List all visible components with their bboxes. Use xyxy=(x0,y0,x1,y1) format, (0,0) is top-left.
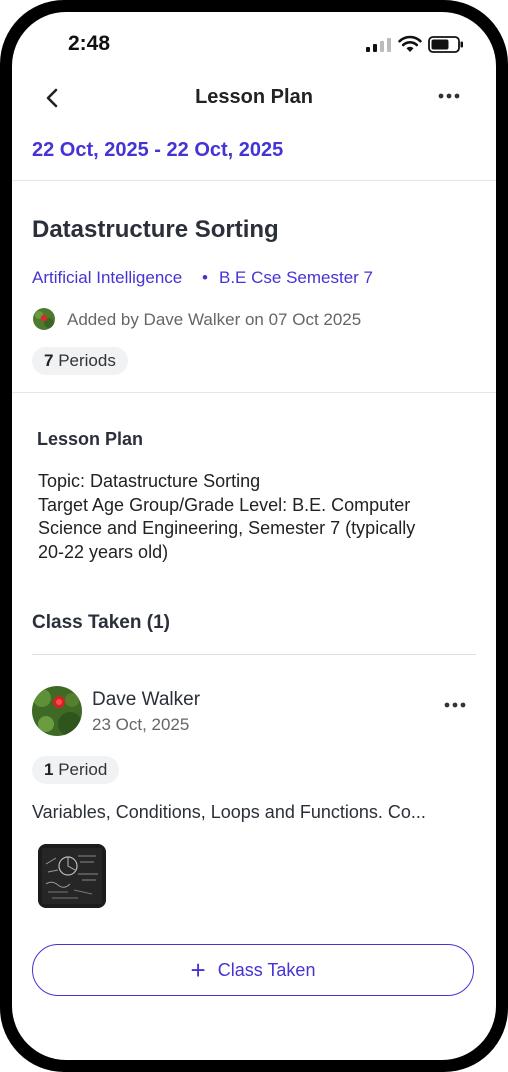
add-class-taken-button[interactable]: + Class Taken xyxy=(32,944,474,996)
plus-icon: + xyxy=(190,955,206,985)
periods-count: 7 xyxy=(44,351,54,370)
signal-icon xyxy=(366,38,391,52)
divider xyxy=(12,180,496,181)
screen: 2:48 Lesson Plan 22 Oct, 2025 - 22 Oct, … xyxy=(12,12,496,1060)
lesson-plan-body: Topic: Datastructure Sorting Target Age … xyxy=(38,470,478,564)
page-title: Lesson Plan xyxy=(195,86,313,108)
class-description: Variables, Conditions, Loops and Functio… xyxy=(32,802,426,822)
lesson-plan-line: Topic: Datastructure Sorting xyxy=(38,471,261,491)
add-class-taken-label: Class Taken xyxy=(217,959,316,980)
teacher-name: Dave Walker xyxy=(92,689,201,710)
lesson-title: Datastructure Sorting xyxy=(32,216,279,243)
divider xyxy=(12,392,496,393)
lesson-plan-line: Science and Engineering, Semester 7 (typ… xyxy=(38,518,416,538)
period-count: 1 xyxy=(44,760,54,779)
status-time: 2:48 xyxy=(68,32,111,55)
device-frame: 2:48 Lesson Plan 22 Oct, 2025 - 22 Oct, … xyxy=(0,0,508,1072)
semester-link[interactable]: B.E Cse Semester 7 xyxy=(219,268,373,288)
period-badge: 1 Period xyxy=(32,756,120,784)
more-horizontal-icon[interactable] xyxy=(442,696,468,714)
lesson-plan-line: Target Age Group/Grade Level: B.E. Compu… xyxy=(38,494,411,515)
teacher-avatar xyxy=(32,686,82,736)
separator-dot: • xyxy=(202,268,208,287)
attachment-thumbnail[interactable] xyxy=(38,844,106,908)
wifi-icon xyxy=(398,35,422,52)
period-label: Period xyxy=(58,760,108,779)
date-range: 22 Oct, 2025 - 22 Oct, 2025 xyxy=(32,139,284,161)
lesson-plan-line: 20-22 years old) xyxy=(38,541,169,562)
more-horizontal-icon[interactable] xyxy=(436,86,462,106)
added-by-text: Added by Dave Walker on 07 Oct 2025 xyxy=(67,310,362,329)
class-date: 23 Oct, 2025 xyxy=(92,715,190,734)
divider xyxy=(32,654,476,655)
lesson-plan-heading: Lesson Plan xyxy=(37,429,144,449)
class-taken-heading: Class Taken (1) xyxy=(32,612,170,633)
periods-badge: 7 Periods xyxy=(32,347,128,375)
subject-link[interactable]: Artificial Intelligence xyxy=(32,268,182,288)
chevron-left-icon[interactable] xyxy=(42,86,64,110)
avatar xyxy=(33,308,55,330)
periods-label: Periods xyxy=(58,351,116,370)
battery-icon xyxy=(428,36,463,53)
